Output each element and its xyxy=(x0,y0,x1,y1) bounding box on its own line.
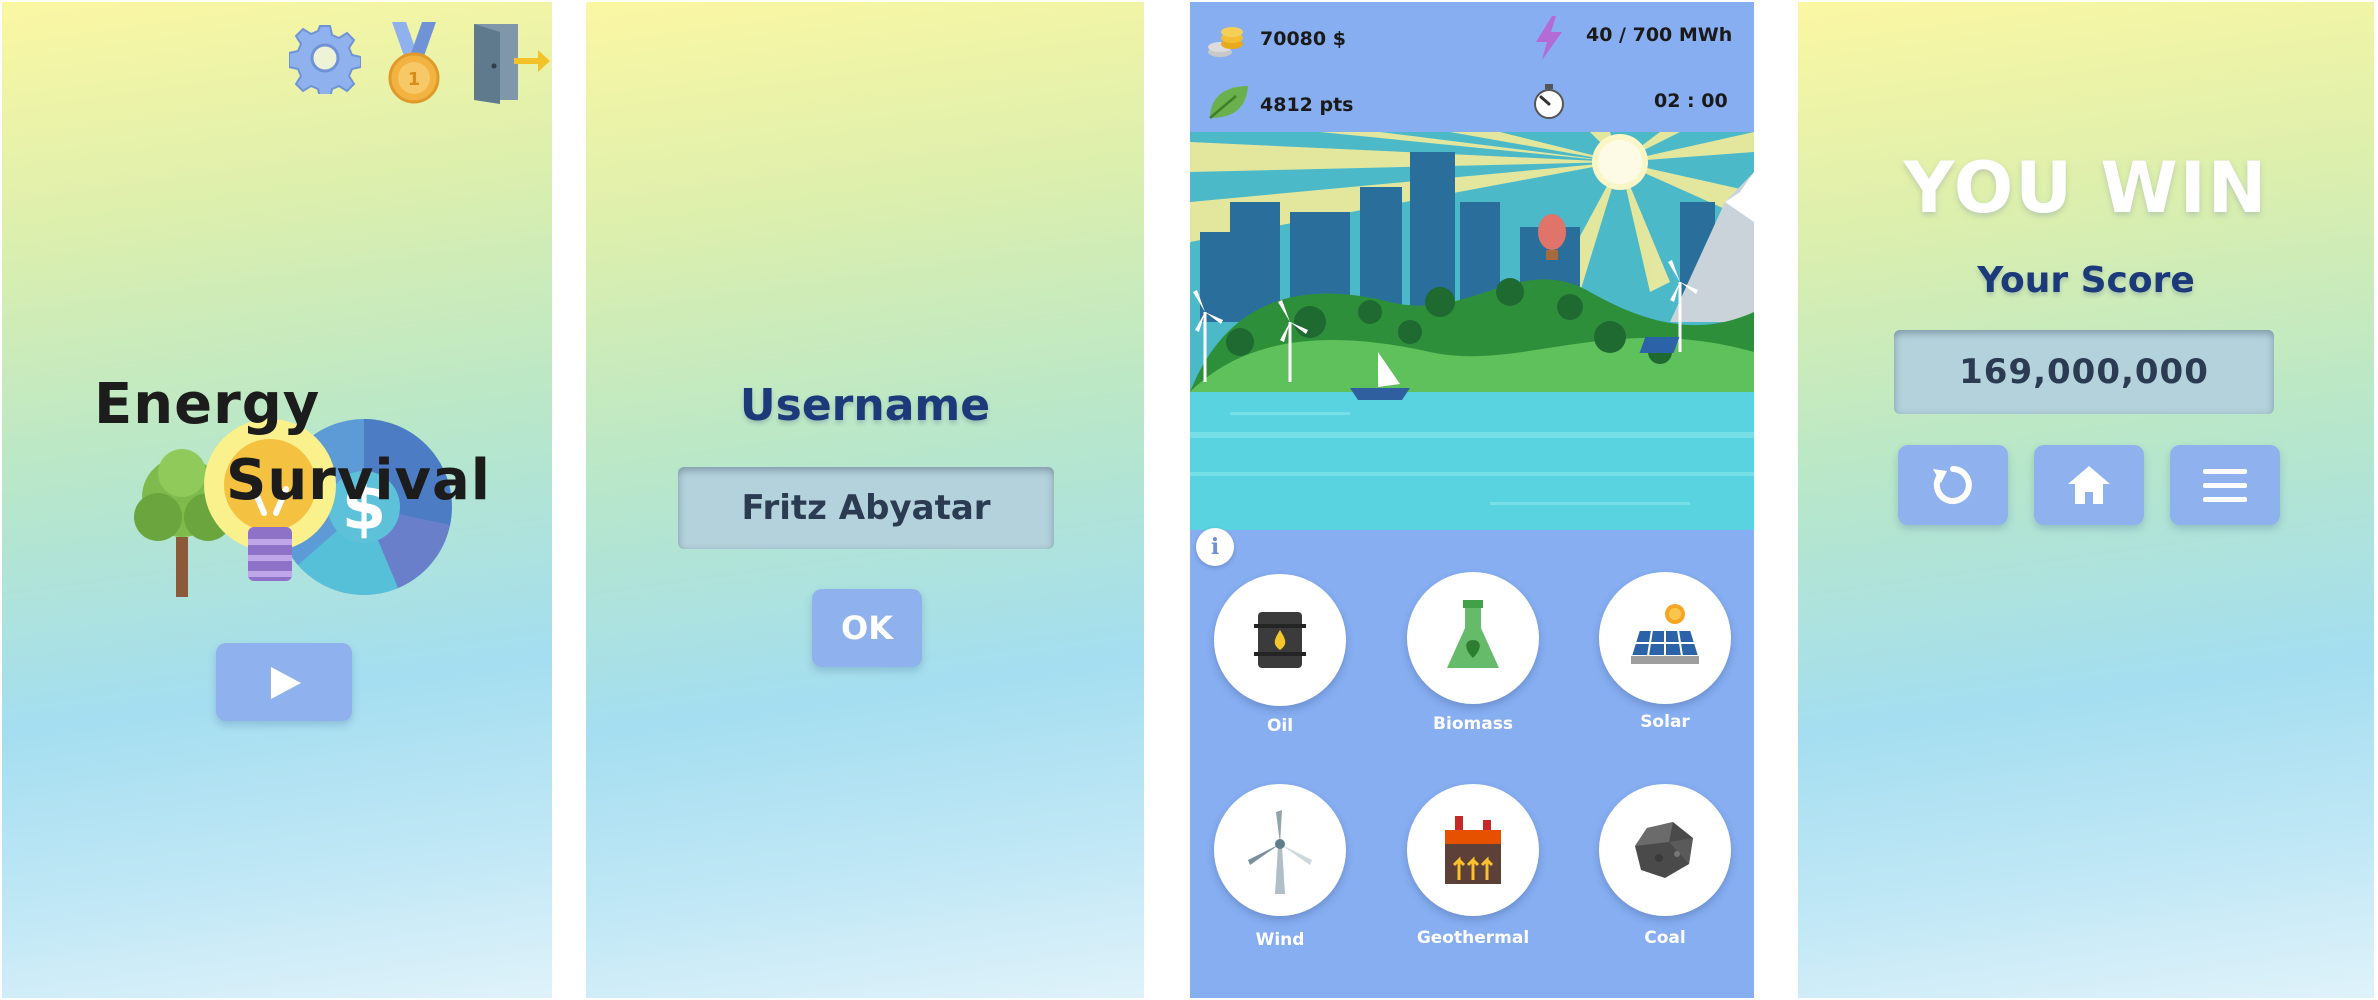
title-survival: Survival xyxy=(226,448,492,513)
game-screen: 70080 $ 40 / 700 MWh 4812 pts 02 : 00 i … xyxy=(1190,2,1754,998)
exit-door-icon[interactable] xyxy=(468,20,552,104)
start-screen: 1 $ Energy Survival xyxy=(2,2,552,998)
wind-turbine-icon xyxy=(1248,810,1312,894)
your-score-label: Your Score xyxy=(1977,260,2195,301)
oil-label: Oil xyxy=(1266,716,1294,736)
home-button[interactable] xyxy=(2034,445,2144,525)
solar-button[interactable] xyxy=(1599,572,1731,704)
coal-button[interactable] xyxy=(1599,784,1731,916)
info-button[interactable]: i xyxy=(1196,528,1234,566)
restart-icon xyxy=(1933,466,1972,504)
restart-button[interactable] xyxy=(1898,445,2008,525)
wind-label: Wind xyxy=(1255,930,1305,950)
money-value: 70080 $ xyxy=(1260,28,1346,50)
score-value: 169,000,000 xyxy=(1894,330,2274,414)
solar-panel-icon xyxy=(1629,604,1701,664)
solar-label: Solar xyxy=(1640,712,1690,732)
coal-label: Coal xyxy=(1644,928,1686,948)
you-win-heading: YOU WIN xyxy=(1903,147,2269,229)
stopwatch-icon xyxy=(1534,84,1564,119)
menu-icon xyxy=(2203,469,2247,502)
oil-barrel-icon xyxy=(1254,612,1306,668)
points-value: 4812 pts xyxy=(1260,94,1354,116)
svg-text:1: 1 xyxy=(408,69,421,90)
medal-icon[interactable]: 1 xyxy=(386,22,442,106)
play-button[interactable] xyxy=(216,643,352,721)
play-icon xyxy=(271,667,301,699)
city-landscape-scene xyxy=(1190,132,1754,530)
geothermal-button[interactable] xyxy=(1407,784,1539,916)
energy-bolt-icon xyxy=(1536,16,1562,60)
coal-icon xyxy=(1635,822,1693,878)
leaf-icon xyxy=(1209,86,1248,119)
ok-button[interactable]: OK xyxy=(812,589,922,667)
biomass-flask-icon xyxy=(1447,600,1499,668)
menu-button[interactable] xyxy=(2170,445,2280,525)
geothermal-plant-icon xyxy=(1445,816,1501,884)
biomass-label: Biomass xyxy=(1433,714,1513,734)
wind-button[interactable] xyxy=(1214,784,1346,916)
energy-value: 40 / 700 MWh xyxy=(1586,24,1733,46)
home-icon xyxy=(2068,466,2110,504)
title-energy: Energy xyxy=(94,372,321,437)
biomass-button[interactable] xyxy=(1407,572,1539,704)
oil-button[interactable] xyxy=(1214,574,1346,706)
timer-value: 02 : 00 xyxy=(1654,90,1728,112)
username-label: Username xyxy=(739,380,991,431)
result-screen: YOU WIN Your Score 169,000,000 xyxy=(1798,2,2374,998)
geothermal-label: Geothermal xyxy=(1416,928,1530,948)
login-screen: Username Fritz Abyatar OK xyxy=(586,2,1144,998)
username-input[interactable]: Fritz Abyatar xyxy=(678,467,1054,549)
coins-icon xyxy=(1208,27,1243,57)
gear-icon[interactable] xyxy=(289,22,361,94)
